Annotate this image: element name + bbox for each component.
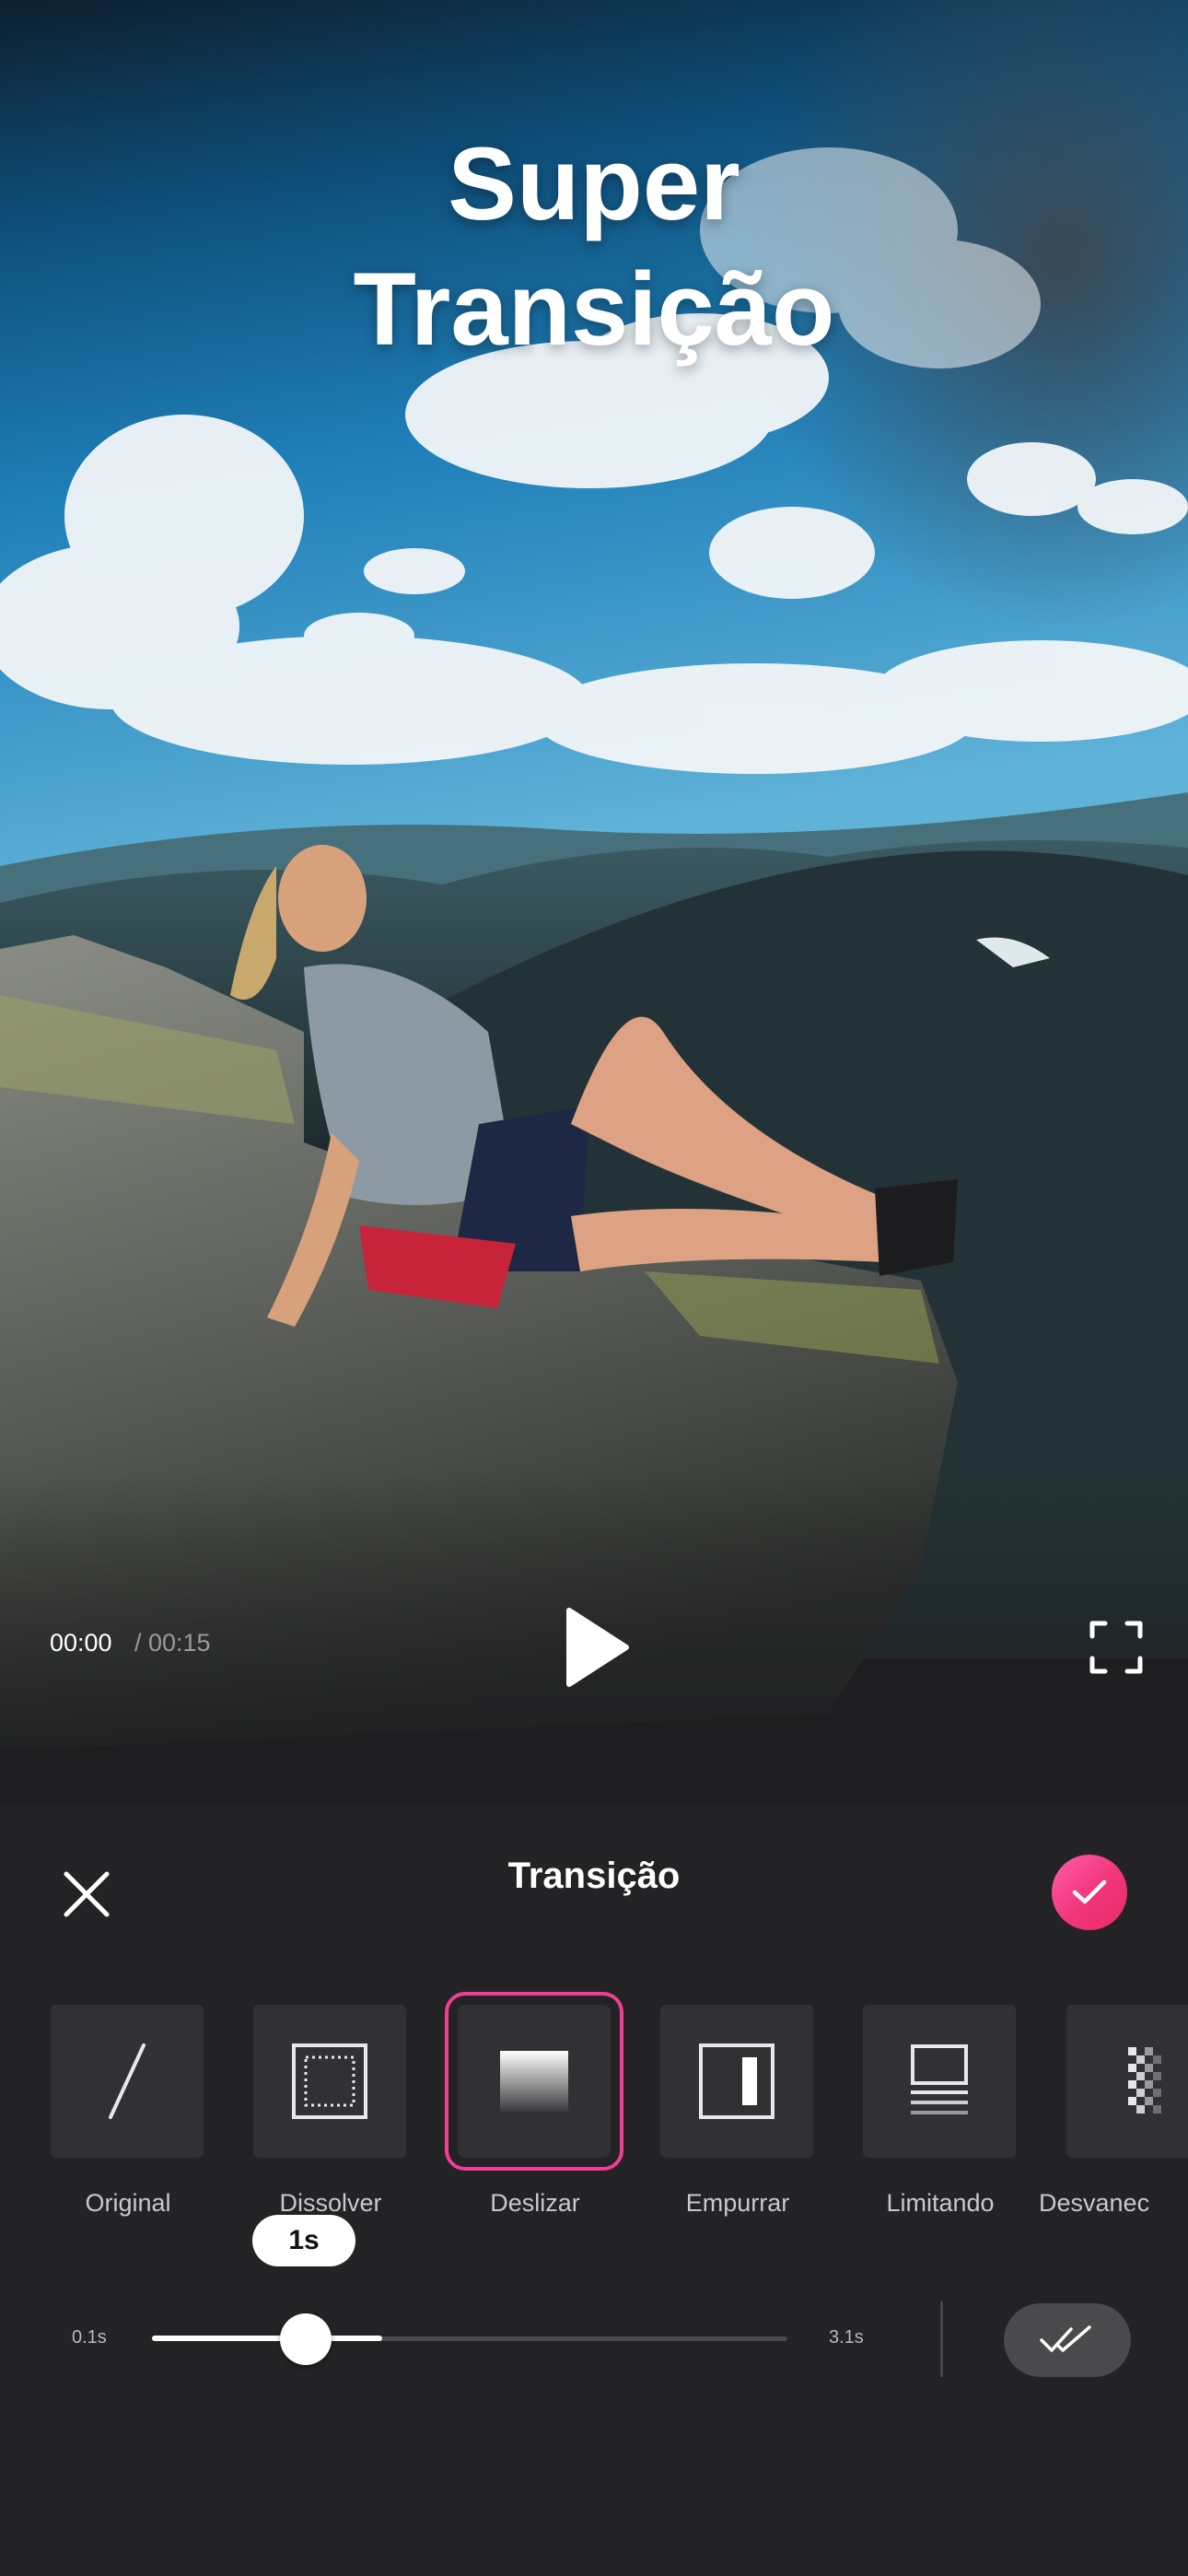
transition-list: Original Dissolver Deslizar Empurrar Lim… — [0, 1992, 1188, 2217]
transition-thumbnail — [253, 2005, 406, 2158]
video-preview: Super Transição 00:00 / 00:15 — [0, 0, 1188, 1804]
duration-slider: 0.1s 1s 3.1s — [0, 2215, 1188, 2430]
total-duration: / 00:15 — [134, 1629, 211, 1657]
play-icon — [566, 1608, 629, 1687]
apply-to-all-button[interactable] — [1004, 2303, 1131, 2377]
duration-max-label: 3.1s — [829, 2327, 864, 2348]
current-time: 00:00 — [50, 1629, 112, 1657]
transition-label: Limitando — [886, 2189, 995, 2217]
play-button[interactable] — [562, 1605, 632, 1690]
transition-original[interactable]: Original — [51, 2005, 205, 2217]
player-controls: 00:00 / 00:15 — [0, 1585, 1188, 1704]
duration-value-bubble: 1s — [252, 2215, 355, 2266]
checker-fade-icon — [1128, 2047, 1161, 2113]
panel-title: Transição — [507, 1856, 681, 1896]
transition-thumbnail — [863, 2005, 1016, 2158]
overlay-title-line2: Transição — [353, 252, 835, 367]
overlay-title: Super Transição — [0, 122, 1188, 372]
transition-label: Deslizar — [490, 2189, 580, 2217]
check-icon — [1072, 1879, 1107, 1904]
transition-panel: Transição Original Dissolver Deslizar Em… — [0, 1804, 1188, 2576]
push-icon — [699, 2043, 775, 2119]
transition-label: Empurrar — [685, 2189, 790, 2217]
dissolve-icon — [292, 2043, 367, 2119]
transition-deslizar[interactable]: Deslizar — [445, 1992, 623, 2217]
transition-limitando[interactable]: Limitando — [863, 2005, 1018, 2217]
gradient-slide-icon — [500, 2051, 568, 2112]
transition-label: Dissolver — [279, 2189, 382, 2217]
double-check-icon — [1040, 2325, 1091, 2352]
transition-desvanecer[interactable]: Desvanec — [1039, 2005, 1188, 2217]
slash-icon — [109, 2043, 146, 2119]
transition-thumbnail — [445, 1992, 623, 2171]
slider-fill — [152, 2336, 382, 2341]
transition-thumbnail — [51, 2005, 204, 2158]
transition-label: Desvanec — [1039, 2189, 1150, 2217]
fullscreen-button[interactable] — [1087, 1618, 1146, 1677]
duration-min-label: 0.1s — [72, 2327, 107, 2348]
transition-thumbnail — [1066, 2005, 1188, 2158]
lines-icon — [911, 2044, 968, 2114]
slider-thumb[interactable] — [280, 2313, 332, 2365]
transition-label: Original — [85, 2189, 171, 2217]
confirm-button[interactable] — [1052, 1855, 1127, 1930]
fullscreen-icon — [1089, 1621, 1143, 1674]
transition-empurrar[interactable]: Empurrar — [660, 2005, 815, 2217]
overlay-title-line1: Super — [448, 126, 740, 241]
transition-thumbnail — [660, 2005, 813, 2158]
divider — [940, 2301, 943, 2377]
transition-dissolver[interactable]: Dissolver — [253, 2005, 408, 2217]
